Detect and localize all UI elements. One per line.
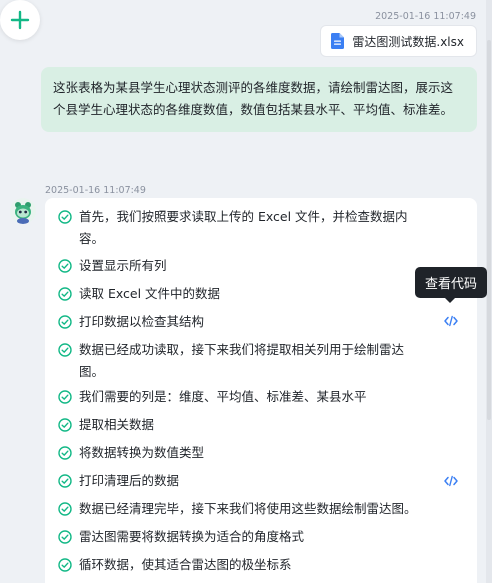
assistant-avatar	[10, 198, 36, 224]
user-message-timestamp: 2025-01-16 11:07:49	[375, 11, 476, 22]
check-circle-icon	[58, 390, 72, 404]
robot-avatar-icon	[10, 198, 36, 224]
step-text: 首先，我们按照要求读取上传的 Excel 文件，并检查数据内容。	[79, 209, 408, 246]
attachment-file[interactable]: 雷达图测试数据.xlsx	[320, 25, 477, 57]
step-item: 首先，我们按照要求读取上传的 Excel 文件，并检查数据内容。	[58, 206, 428, 250]
step-text: 打印清理后的数据	[79, 473, 180, 488]
view-code-tooltip: 查看代码	[415, 267, 487, 298]
step-item: 读取 Excel 文件中的数据	[58, 283, 428, 305]
user-message-bubble: 这张表格为某县学生心理状态测评的各维度数据，请绘制雷达图，展示这个县学生心理状态…	[41, 67, 477, 132]
step-text: 数据已经成功读取，接下来我们将提取相关列用于绘制雷达图。	[79, 342, 405, 379]
check-circle-icon	[58, 315, 72, 329]
attachment-file-name: 雷达图测试数据.xlsx	[352, 34, 464, 49]
step-text: 循环数据，使其适合雷达图的极坐标系	[79, 557, 292, 572]
document-icon	[331, 33, 345, 49]
scrollbar-thumb[interactable]	[487, 40, 491, 420]
step-item: 打印清理后的数据	[58, 470, 428, 492]
step-text: 提取相关数据	[79, 417, 155, 432]
tooltip-arrow	[445, 298, 455, 303]
step-item: 设置显示所有列	[58, 255, 428, 277]
step-text: 设置显示所有列	[79, 258, 167, 273]
step-item: 打印数据以检查其结构	[58, 311, 428, 333]
check-circle-icon	[58, 446, 72, 460]
step-text: 读取 Excel 文件中的数据	[79, 286, 221, 301]
step-item: 数据已经清理完毕，接下来我们将使用这些数据绘制雷达图。	[58, 498, 428, 520]
step-item: 我们需要的列是：维度、平均值、标准差、某县水平	[58, 386, 428, 408]
plus-icon	[10, 10, 30, 30]
step-item: 雷达图需要将数据转换为适合的角度格式	[58, 526, 428, 548]
check-circle-icon	[58, 558, 72, 572]
step-text: 数据已经清理完毕，接下来我们将使用这些数据绘制雷达图。	[79, 501, 417, 516]
check-circle-icon	[58, 210, 72, 224]
code-icon[interactable]	[444, 475, 458, 487]
step-item: 将数据转换为数值类型	[58, 442, 428, 464]
check-circle-icon	[58, 418, 72, 432]
check-circle-icon	[58, 343, 72, 357]
step-item: 数据已经成功读取，接下来我们将提取相关列用于绘制雷达图。	[58, 339, 428, 383]
check-circle-icon	[58, 502, 72, 516]
step-text: 雷达图需要将数据转换为适合的角度格式	[79, 529, 305, 544]
check-circle-icon	[58, 287, 72, 301]
new-chat-button[interactable]	[0, 0, 40, 40]
step-item: 循环数据，使其适合雷达图的极坐标系	[58, 554, 428, 576]
step-text: 将数据转换为数值类型	[79, 445, 205, 460]
step-text: 打印数据以检查其结构	[79, 314, 205, 329]
chat-page: 2025-01-16 11:07:49 雷达图测试数据.xlsx 这张表格为某县…	[0, 0, 492, 583]
check-circle-icon	[58, 259, 72, 273]
assistant-message-card: 首先，我们按照要求读取上传的 Excel 文件，并检查数据内容。 设置显示所有列…	[45, 198, 477, 583]
assistant-message-timestamp: 2025-01-16 11:07:49	[45, 185, 146, 196]
step-text: 我们需要的列是：维度、平均值、标准差、某县水平	[79, 389, 367, 404]
step-item: 提取相关数据	[58, 414, 428, 436]
check-circle-icon	[58, 474, 72, 488]
check-circle-icon	[58, 530, 72, 544]
code-icon[interactable]	[444, 315, 458, 327]
